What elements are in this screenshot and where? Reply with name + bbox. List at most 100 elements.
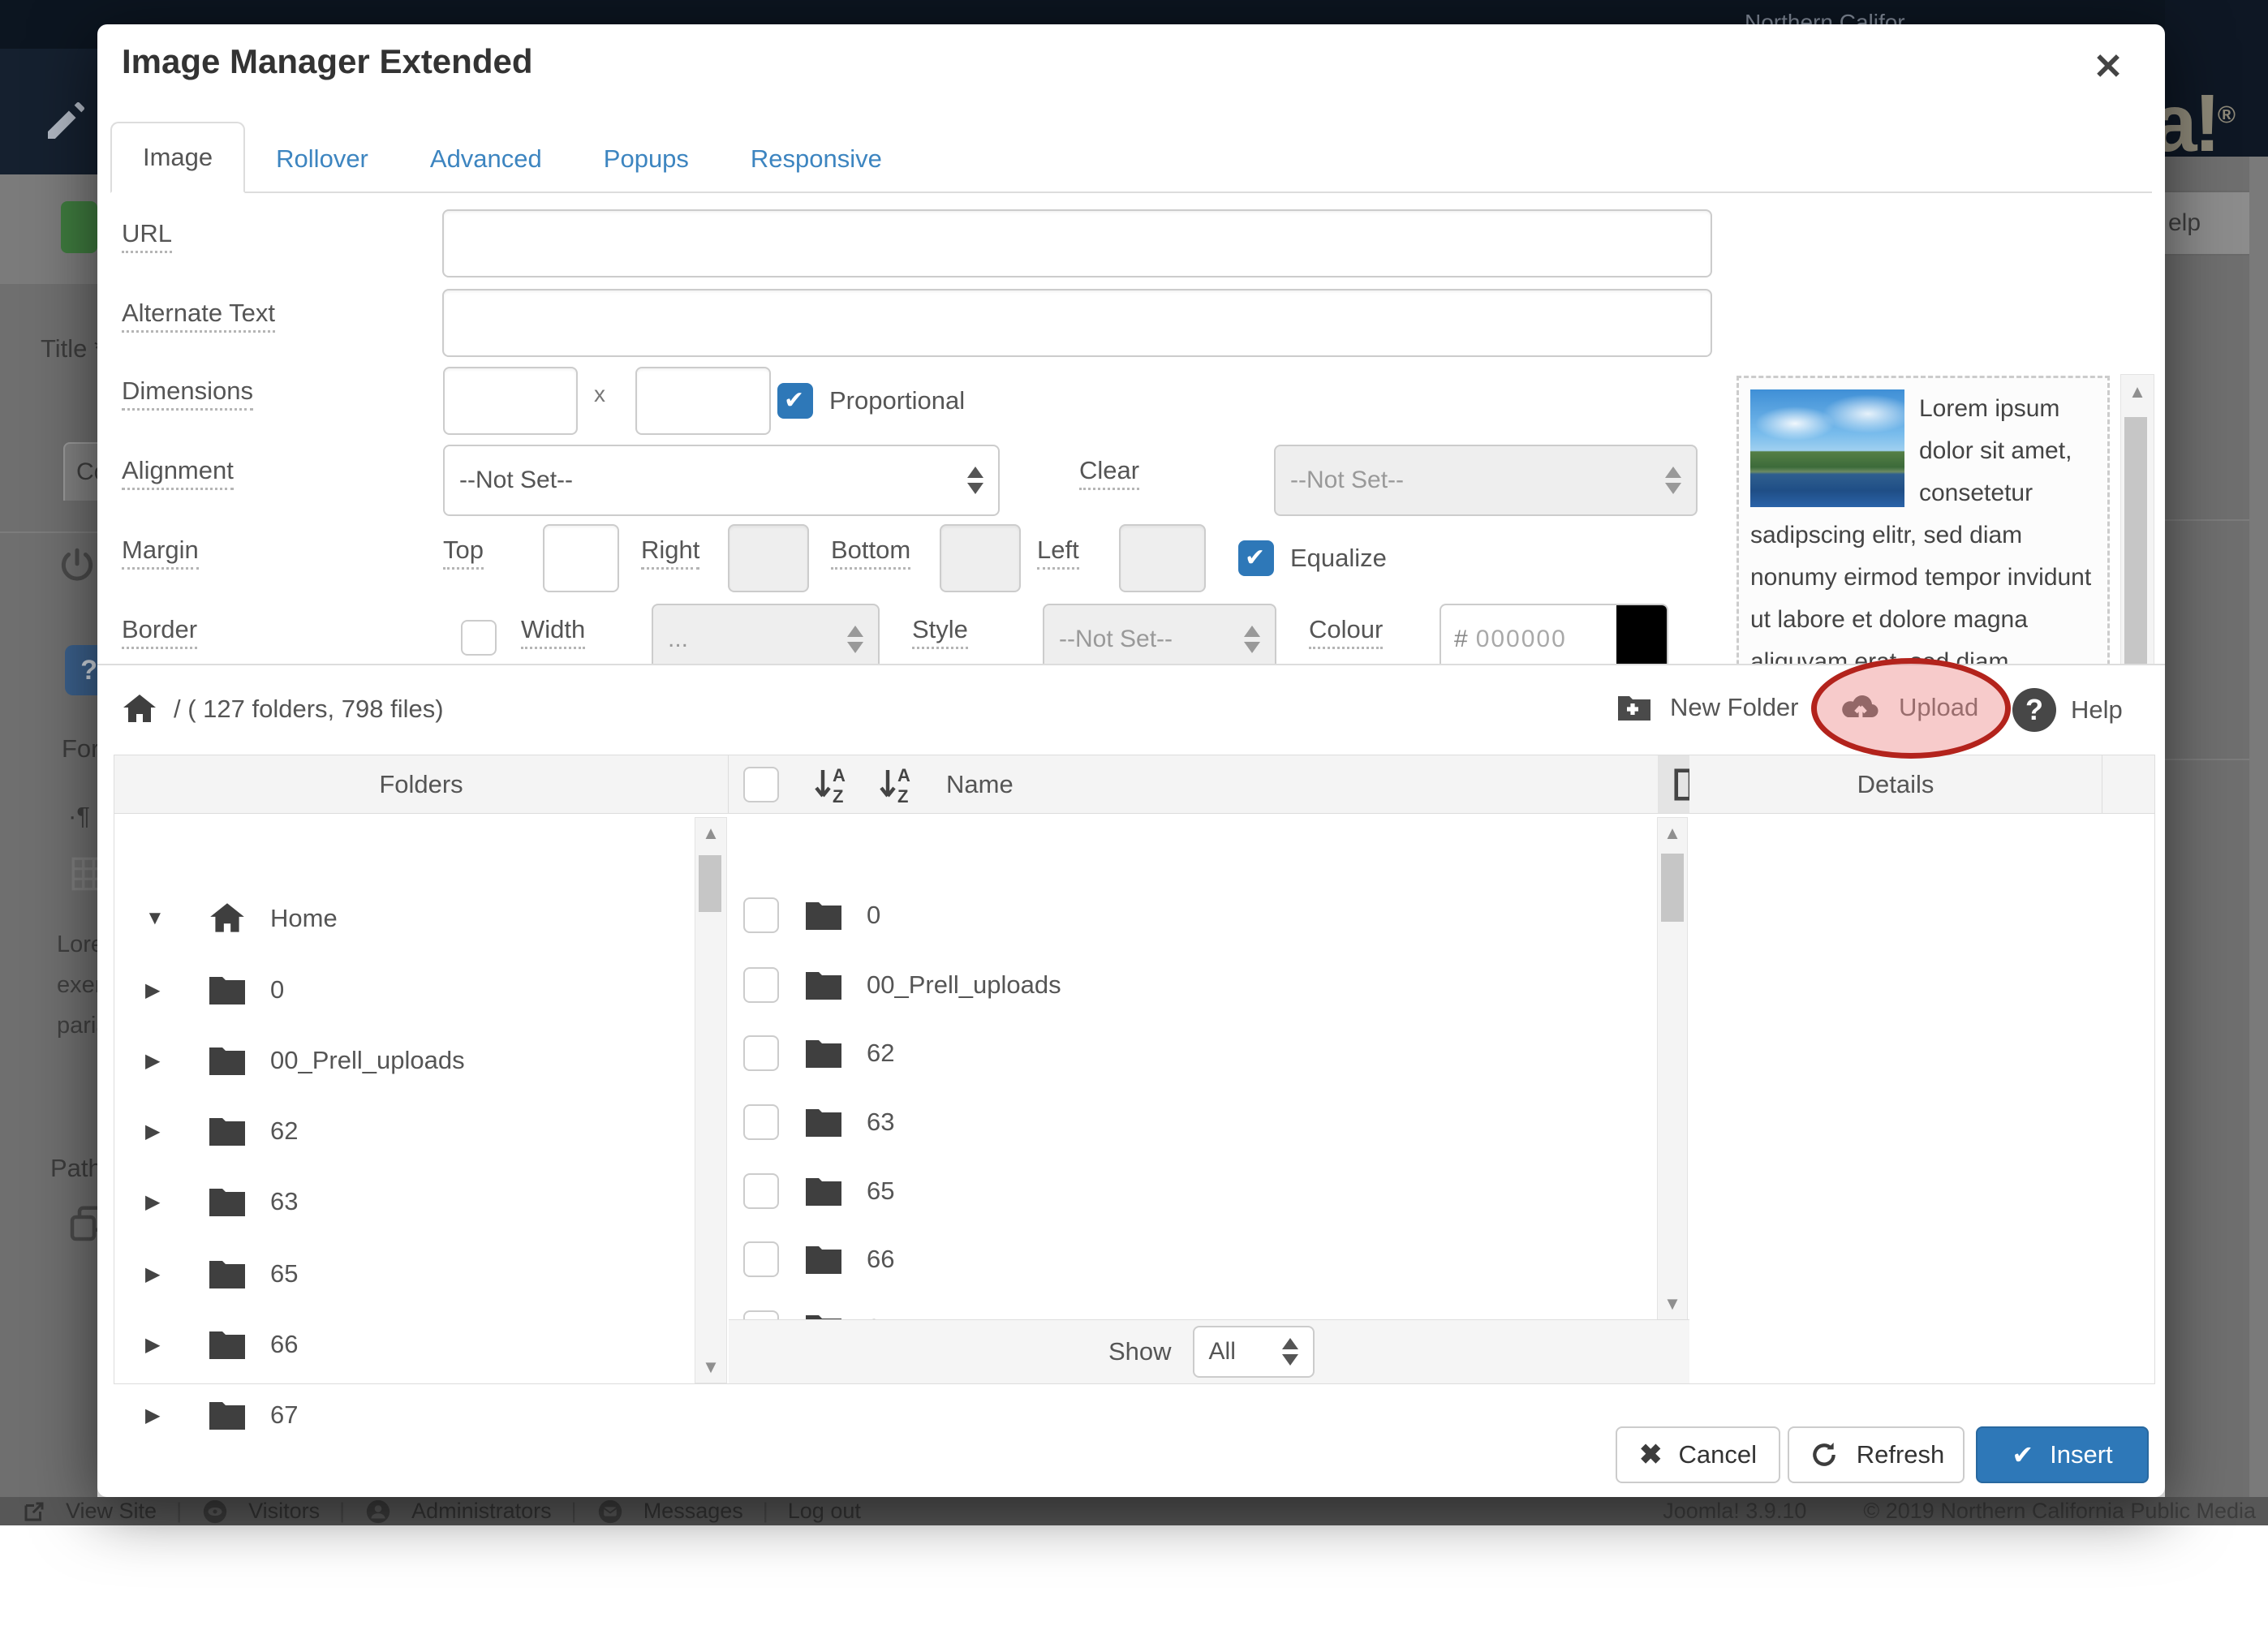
editor-help-icon[interactable]: ?	[65, 645, 101, 695]
new-folder-button[interactable]: New Folder	[1613, 688, 1799, 727]
scroll-down-icon[interactable]: ▼	[695, 1357, 726, 1378]
chevron-right-icon[interactable]: ▶	[145, 1120, 178, 1143]
file-row[interactable]: 65	[743, 1166, 894, 1216]
alternate-text-input[interactable]	[442, 289, 1712, 357]
chevron-right-icon[interactable]: ▶	[145, 1049, 178, 1073]
file-row[interactable]: 62	[743, 1028, 894, 1078]
border-label: Border	[122, 612, 197, 647]
sort-desc-icon[interactable]: AZ	[875, 764, 917, 806]
chevron-right-icon[interactable]: ▶	[145, 979, 178, 1002]
margin-top-input[interactable]	[543, 524, 619, 592]
statusbar-visitors[interactable]: Visitors	[248, 1499, 320, 1524]
tree-item-home[interactable]: ▼ Home	[145, 893, 338, 944]
page-scrollbar[interactable]	[2249, 157, 2268, 1497]
refresh-button[interactable]: Refresh	[1788, 1426, 1965, 1483]
row-checkbox[interactable]	[743, 1241, 779, 1277]
row-checkbox[interactable]	[743, 1173, 779, 1209]
select-arrows-icon	[847, 626, 863, 653]
margin-top-label: Top	[443, 532, 484, 568]
scrollbar-thumb[interactable]	[1661, 854, 1684, 922]
tab-popups[interactable]: Popups	[573, 125, 720, 193]
border-style-label: Style	[912, 612, 968, 647]
file-name: 65	[867, 1177, 894, 1206]
scrollbar-thumb[interactable]	[699, 855, 721, 912]
pilcrow-button-fragment[interactable]: ·¶	[68, 802, 90, 831]
insert-label: Insert	[2050, 1440, 2113, 1469]
statusbar-view-site[interactable]: View Site	[66, 1499, 157, 1524]
bottom-whitespace	[0, 1525, 2268, 1639]
show-bar: Show All	[729, 1319, 1689, 1383]
chevron-right-icon[interactable]: ▶	[145, 1404, 178, 1427]
tree-item[interactable]: ▶ 66	[145, 1319, 298, 1370]
equalize-checkbox[interactable]	[1238, 540, 1274, 576]
folders-panel: ▼ Home ▶ 0 ▶ 00_Prell_uploads ▶	[114, 814, 729, 1383]
margin-bottom-input[interactable]	[940, 524, 1021, 592]
scroll-down-icon[interactable]: ▼	[1658, 1293, 1687, 1314]
file-row[interactable]: 00_Prell_uploads	[743, 960, 1061, 1010]
width-input[interactable]	[443, 367, 578, 435]
url-input[interactable]	[442, 209, 1712, 277]
help-button[interactable]: ? Help	[2012, 688, 2123, 732]
tree-item[interactable]: ▶ 63	[145, 1177, 298, 1227]
sort-asc-icon[interactable]: AZ	[810, 764, 852, 806]
tab-responsive[interactable]: Responsive	[720, 125, 913, 193]
statusbar-administrators[interactable]: Administrators	[411, 1499, 552, 1524]
name-header-label[interactable]: Name	[946, 770, 1013, 799]
tree-item[interactable]: ▶ 0	[145, 965, 284, 1015]
editor-text-fragment: exer	[57, 972, 97, 999]
file-row[interactable]: 66	[743, 1234, 894, 1284]
folders-scrollbar[interactable]: ▲ ▼	[695, 817, 727, 1383]
statusbar-logout[interactable]: Log out	[788, 1499, 861, 1524]
row-checkbox[interactable]	[743, 897, 779, 933]
tree-item[interactable]: ▶ 65	[145, 1249, 298, 1299]
file-browser: Folders AZ AZ Name Details	[114, 755, 2155, 1384]
statusbar-messages[interactable]: Messages	[643, 1499, 743, 1524]
cancel-button[interactable]: ✖ Cancel	[1616, 1426, 1780, 1483]
preview-scrollbar[interactable]: ▲ ▼	[2120, 374, 2154, 690]
alignment-select[interactable]: --Not Set--	[443, 445, 1000, 516]
row-checkbox[interactable]	[743, 1035, 779, 1071]
row-checkbox[interactable]	[743, 1104, 779, 1140]
show-select[interactable]: All	[1193, 1326, 1315, 1378]
margin-right-input[interactable]	[728, 524, 809, 592]
tree-item[interactable]: ▶ 00_Prell_uploads	[145, 1035, 465, 1086]
format-dropdown-fragment[interactable]: For	[62, 734, 100, 764]
file-row[interactable]: 0	[743, 890, 880, 940]
tree-item[interactable]: ▶ 62	[145, 1106, 298, 1156]
new-folder-label: New Folder	[1670, 693, 1799, 722]
border-checkbox[interactable]	[461, 620, 497, 656]
tree-item[interactable]: ▶ 67	[145, 1390, 298, 1440]
scroll-up-icon[interactable]: ▲	[1658, 823, 1687, 844]
power-toggle-icon[interactable]	[57, 545, 97, 586]
margin-left-input[interactable]	[1119, 524, 1206, 592]
select-all-checkbox[interactable]	[743, 767, 779, 802]
close-icon[interactable]: ✕	[2084, 42, 2132, 91]
select-arrows-icon	[1244, 626, 1260, 653]
folder-icon	[207, 1184, 247, 1220]
dimensions-separator: x	[594, 381, 605, 407]
chevron-right-icon[interactable]: ▶	[145, 1333, 178, 1357]
tab-rollover[interactable]: Rollover	[245, 125, 399, 193]
scrollbar-thumb[interactable]	[2124, 417, 2147, 690]
scroll-up-icon[interactable]: ▲	[2121, 381, 2154, 402]
row-checkbox[interactable]	[743, 967, 779, 1003]
chevron-right-icon[interactable]: ▶	[145, 1263, 178, 1286]
height-input[interactable]	[635, 367, 771, 435]
tab-image[interactable]: Image	[110, 122, 245, 193]
proportional-checkbox[interactable]	[777, 383, 813, 419]
tree-item-label: 65	[270, 1259, 298, 1288]
files-scrollbar[interactable]: ▲ ▼	[1657, 817, 1688, 1320]
chevron-right-icon[interactable]: ▶	[145, 1190, 178, 1214]
messages-icon	[596, 1498, 624, 1525]
chevron-down-icon[interactable]: ▼	[145, 907, 178, 930]
save-button-fragment[interactable]	[61, 201, 97, 253]
clear-select[interactable]: --Not Set--	[1274, 445, 1698, 516]
insert-button[interactable]: ✔ Insert	[1976, 1426, 2149, 1483]
home-icon[interactable]	[120, 690, 159, 729]
border-width-label: Width	[521, 612, 585, 647]
file-row[interactable]: 63	[743, 1097, 894, 1147]
tab-advanced[interactable]: Advanced	[399, 125, 573, 193]
visitors-icon	[201, 1498, 229, 1525]
scroll-up-icon[interactable]: ▲	[695, 823, 726, 844]
alignment-value: --Not Set--	[459, 467, 573, 494]
